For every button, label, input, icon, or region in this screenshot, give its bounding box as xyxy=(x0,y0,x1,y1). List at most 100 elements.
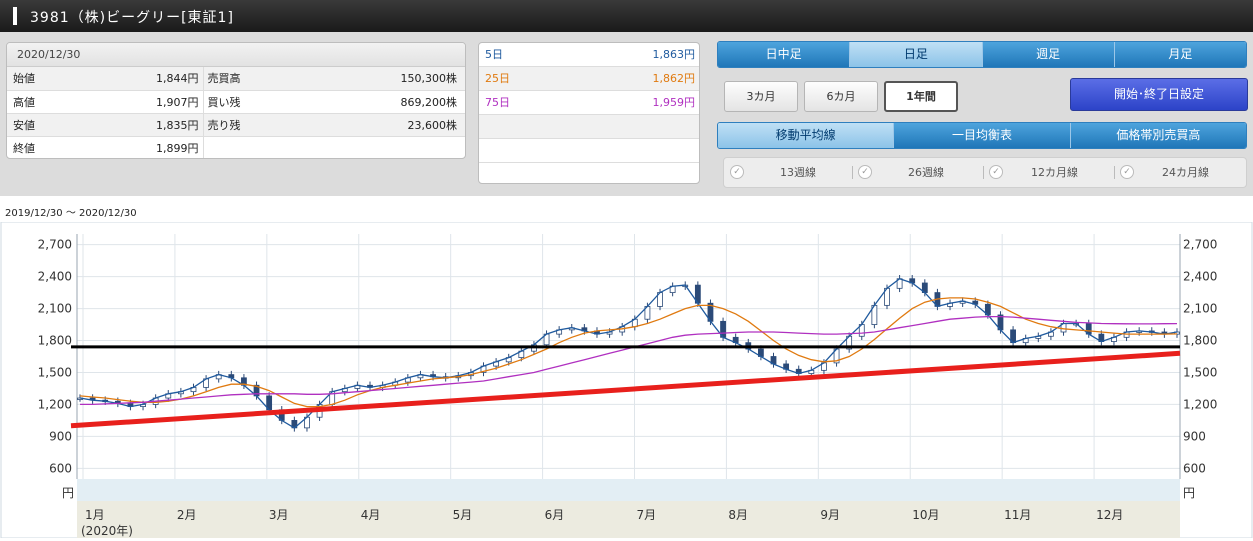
ma-row-25: 25日 1,862円 xyxy=(479,67,699,91)
y-tick-label: 2,100 xyxy=(38,302,72,316)
check-icon: ✓ xyxy=(1120,165,1134,179)
y-tick-label: 2,400 xyxy=(38,270,72,284)
title-bar: 3981（株)ビーグリー[東証1] xyxy=(0,0,1253,32)
moving-average-box: 5日 1,863円 25日 1,862円 75日 1,959円 xyxy=(478,42,700,184)
margin-buy-value: 869,200株 xyxy=(267,90,465,114)
period-3m-button[interactable]: 3カ月 xyxy=(724,81,798,112)
tab-volume-profile[interactable]: 価格帯別売買高 xyxy=(1070,123,1246,148)
tab-ichimoku[interactable]: 一目均衡表 xyxy=(894,123,1071,148)
tab-monthly[interactable]: 月足 xyxy=(1114,42,1246,67)
x-axis-band xyxy=(77,479,1180,501)
y-tick-label: 2,400 xyxy=(1183,270,1217,284)
low-value: 1,835円 xyxy=(57,113,204,137)
quote-row: 安値 1,835円 売り残 23,600株 xyxy=(7,113,465,137)
price-chart: 600 900 1,200 1,500 1,800 2,100 2,400 2,700 600… xyxy=(0,221,1253,539)
tab-intraday[interactable]: 日中足 xyxy=(718,42,851,67)
x-tick-label: 11月 xyxy=(1004,508,1031,522)
control-panel: 2020/12/30 始値 1,844円 売買高 150,300株 高値 1,9… xyxy=(0,32,1253,196)
margin-buy-label: 買い残 xyxy=(203,90,267,114)
option-24m[interactable]: ✓ 24カ月線 xyxy=(1114,158,1246,187)
option-label: 13週線 xyxy=(780,166,816,179)
ma-label: 5日 xyxy=(485,48,503,61)
y-tick-label: 900 xyxy=(49,429,72,443)
y-tick-label: 2,100 xyxy=(1183,302,1217,316)
period-1y-button[interactable]: 1年間 xyxy=(884,81,958,112)
tab-moving-average[interactable]: 移動平均線 xyxy=(718,123,895,148)
x-axis: 円 円 1月 2月 3月 4月 5月 6月 7月 8月 9月 10月 11月 12月 (2020年) xyxy=(62,479,1195,538)
timeframe-tabs: 日中足 日足 週足 月足 xyxy=(717,41,1247,68)
x-tick-label: 2月 xyxy=(177,508,197,522)
y-tick-label: 600 xyxy=(1183,461,1206,475)
ma-value: 1,959円 xyxy=(652,96,696,109)
empty-label xyxy=(203,136,267,158)
x-tick-label: 8月 xyxy=(728,508,748,522)
stock-title: 3981（株)ビーグリー[東証1] xyxy=(30,10,234,26)
check-icon: ✓ xyxy=(730,165,744,179)
indicator-tabs: 移動平均線 一目均衡表 価格帯別売買高 xyxy=(717,122,1247,149)
y-tick-label: 900 xyxy=(1183,429,1206,443)
divider xyxy=(983,166,984,179)
option-12m[interactable]: ✓ 12カ月線 xyxy=(983,158,1114,187)
divider xyxy=(1114,166,1115,179)
check-icon: ✓ xyxy=(858,165,872,179)
title-marker xyxy=(13,7,17,25)
x-tick-label: 3月 xyxy=(269,508,289,522)
x-tick-label: 1月 xyxy=(85,508,105,522)
quote-date: 2020/12/30 xyxy=(7,43,465,67)
y-tick-label: 1,200 xyxy=(1183,397,1217,411)
y-tick-label: 600 xyxy=(49,461,72,475)
price-chart-svg: 600 900 1,200 1,500 1,800 2,100 2,400 2,700 600… xyxy=(0,221,1253,539)
option-label: 12カ月線 xyxy=(1031,166,1078,179)
x-tick-label: 5月 xyxy=(453,508,473,522)
volume-label: 売買高 xyxy=(203,67,267,91)
x-tick-label: 6月 xyxy=(545,508,565,522)
quote-box: 2020/12/30 始値 1,844円 売買高 150,300株 高値 1,9… xyxy=(6,42,466,159)
ma-row-5: 5日 1,863円 xyxy=(479,43,699,67)
divider xyxy=(852,166,853,179)
y-unit-label: 円 xyxy=(1183,486,1195,500)
high-value: 1,907円 xyxy=(57,90,204,114)
margin-sell-value: 23,600株 xyxy=(267,113,465,137)
ma-row-empty xyxy=(479,115,699,139)
option-label: 24カ月線 xyxy=(1162,166,1209,179)
tab-weekly[interactable]: 週足 xyxy=(982,42,1115,67)
ma-value: 1,863円 xyxy=(652,48,696,61)
empty-value xyxy=(267,136,465,158)
y-tick-label: 1,800 xyxy=(38,334,72,348)
open-label: 始値 xyxy=(7,67,57,91)
y-tick-label: 2,700 xyxy=(38,238,72,252)
option-13w[interactable]: ✓ 13週線 xyxy=(724,158,852,187)
y-tick-label: 2,700 xyxy=(1183,238,1217,252)
period-label: 2019/12/30 ～ 2020/12/30 xyxy=(5,208,137,219)
close-label: 終値 xyxy=(7,136,57,158)
x-tick-label: 12月 xyxy=(1096,508,1123,522)
period-6m-button[interactable]: 6カ月 xyxy=(804,81,878,112)
y-tick-label: 1,500 xyxy=(1183,365,1217,379)
ma-row-empty xyxy=(479,139,699,163)
ma-value: 1,862円 xyxy=(652,72,696,85)
x-tick-label: 7月 xyxy=(637,508,657,522)
y-unit-label: 円 xyxy=(62,486,74,500)
x-tick-label: 10月 xyxy=(912,508,939,522)
margin-sell-label: 売り残 xyxy=(203,113,267,137)
quote-table: 始値 1,844円 売買高 150,300株 高値 1,907円 買い残 869… xyxy=(7,67,465,158)
x-year-label: (2020年) xyxy=(81,524,133,538)
x-tick-label: 9月 xyxy=(820,508,840,522)
y-tick-label: 1,800 xyxy=(1183,334,1217,348)
tab-daily[interactable]: 日足 xyxy=(850,42,983,67)
check-icon: ✓ xyxy=(989,165,1003,179)
volume-value: 150,300株 xyxy=(267,67,465,91)
option-label: 26週線 xyxy=(908,166,944,179)
y-tick-label: 1,500 xyxy=(38,365,72,379)
close-value: 1,899円 xyxy=(57,136,204,158)
ma-label: 25日 xyxy=(485,72,510,85)
quote-row: 終値 1,899円 xyxy=(7,136,465,158)
x-tick-label: 4月 xyxy=(361,508,381,522)
option-26w[interactable]: ✓ 26週線 xyxy=(852,158,983,187)
high-label: 高値 xyxy=(7,90,57,114)
date-range-button[interactable]: 開始･終了日設定 xyxy=(1070,78,1248,111)
y-tick-label: 1,200 xyxy=(38,397,72,411)
low-label: 安値 xyxy=(7,113,57,137)
week-line-options: ✓ 13週線 ✓ 26週線 ✓ 12カ月線 ✓ 24カ月線 xyxy=(723,157,1247,188)
quote-row: 始値 1,844円 売買高 150,300株 xyxy=(7,67,465,91)
